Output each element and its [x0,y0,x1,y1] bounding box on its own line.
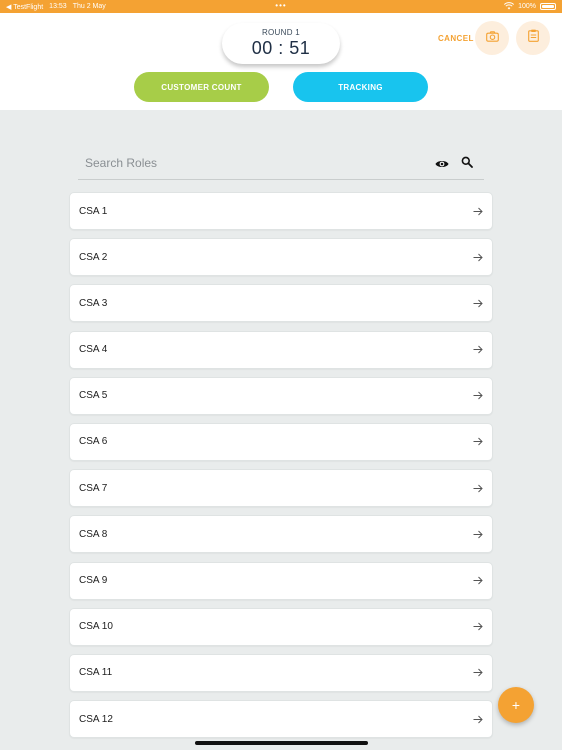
role-name: CSA 3 [79,297,108,309]
list-item[interactable]: CSA 7 [69,469,493,508]
battery-percent: 100% [518,3,536,10]
round-timer: ROUND 1 00 : 51 [222,23,340,64]
header: ROUND 1 00 : 51 CANCEL CUSTOMER COUNT TR… [0,13,562,110]
add-role-button[interactable]: + [498,687,534,723]
arrow-right-icon [473,715,483,724]
role-name: CSA 1 [79,205,108,217]
role-name: CSA 11 [79,667,113,679]
tracking-button[interactable]: TRACKING [293,72,428,102]
home-indicator[interactable] [195,741,368,745]
camera-button[interactable] [475,21,509,55]
arrow-right-icon [473,484,483,493]
back-to-app-link[interactable]: ◀ TestFlight [6,3,43,11]
arrow-right-icon [473,437,483,446]
arrow-right-icon [473,530,483,539]
list-item[interactable]: CSA 2 [69,238,493,277]
eye-icon[interactable] [435,156,449,174]
search-bar [78,146,484,180]
arrow-right-icon [473,253,483,262]
arrow-right-icon [473,299,483,308]
arrow-right-icon [473,391,483,400]
role-name: CSA 8 [79,528,108,540]
list-item[interactable]: CSA 4 [69,330,493,369]
role-name: CSA 6 [79,436,108,448]
arrow-right-icon [473,668,483,677]
role-name: CSA 9 [79,575,108,586]
clipboard-icon [527,29,539,47]
role-name: CSA 7 [79,482,108,494]
list-item[interactable]: CSA 12 [69,700,493,739]
role-name: CSA 12 [79,713,113,725]
customer-count-button[interactable]: CUSTOMER COUNT [134,72,269,102]
arrow-right-icon [473,207,483,216]
list-item[interactable]: CSA 11 [69,653,493,692]
round-label: ROUND 1 [261,28,301,37]
search-icon[interactable] [461,155,473,173]
battery-icon [540,3,556,10]
role-name: CSA 10 [79,621,113,633]
cancel-button[interactable]: CANCEL [438,34,474,43]
list-item[interactable]: CSA 6 [69,422,493,461]
clipboard-button[interactable] [516,21,550,55]
wifi-icon [504,1,515,12]
status-date: Thu 2 May [72,3,106,10]
camera-icon [485,29,499,47]
role-name: CSA 2 [79,251,108,263]
arrow-right-icon [473,576,483,585]
timer-value: 00 : 51 [251,38,311,58]
role-name: CSA 4 [79,344,108,356]
list-item[interactable]: CSA 9 [69,561,493,600]
arrow-right-icon [473,345,483,354]
list-item[interactable]: CSA 3 [69,284,493,323]
list-item[interactable]: CSA 10 [69,607,493,646]
multitask-dots[interactable]: ••• [275,1,286,10]
role-list: CSA 1 CSA 2 CSA 3 CSA 4 CSA 5 CSA 6 CSA 7 CSA 8… [69,192,493,746]
arrow-right-icon [473,622,483,631]
search-input[interactable] [78,155,418,170]
list-item[interactable]: CSA 8 [69,515,493,554]
list-item[interactable]: CSA 1 [69,192,493,230]
status-time: 13:53 [49,3,67,10]
role-name: CSA 5 [79,390,108,402]
list-item[interactable]: CSA 5 [69,376,493,415]
status-bar: ◀ TestFlight 13:53 Thu 2 May ••• 100% [0,0,562,13]
